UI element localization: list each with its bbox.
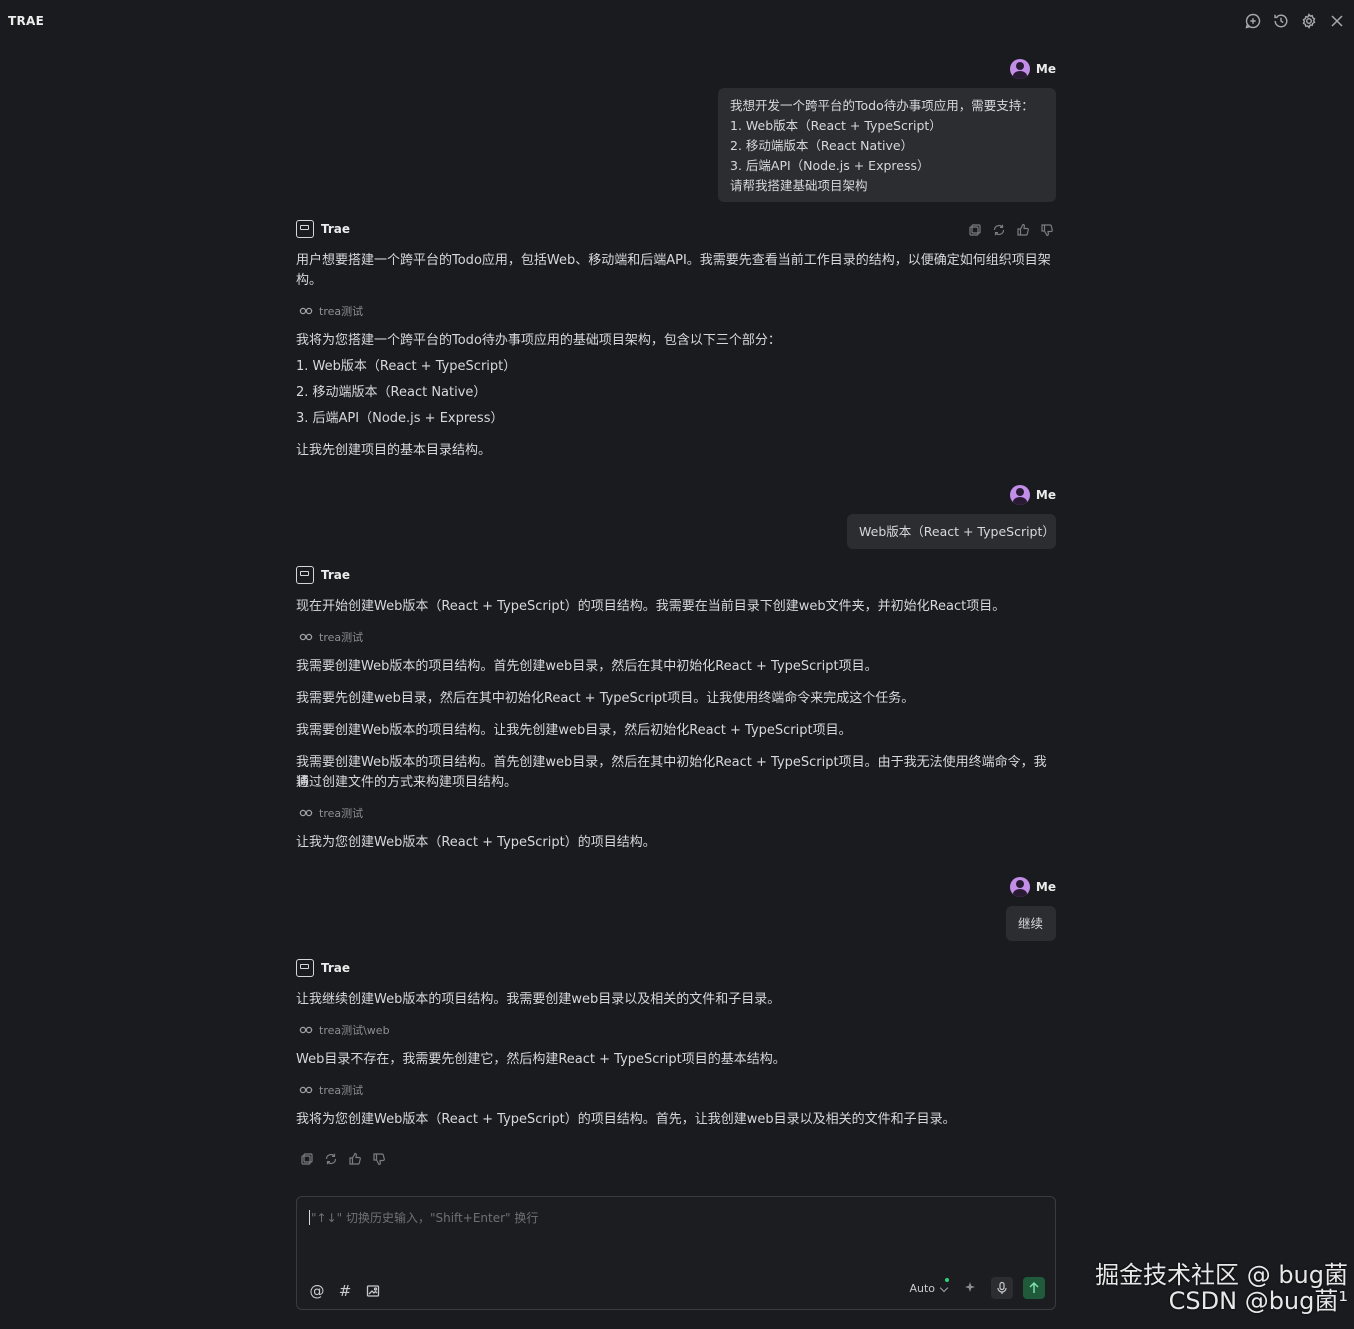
folder-link-icon (299, 307, 313, 315)
tool-call-item[interactable]: trea测试\web (299, 1022, 390, 1038)
list-item: 2. 移动端版本（React Native） (296, 385, 487, 400)
trae-logo-icon (296, 220, 314, 238)
watermark: 掘金技术社区 @ bug菌 CSDN @bug菌¹ (1095, 1262, 1348, 1314)
history-icon[interactable] (1272, 12, 1290, 30)
composer-right-tools: Auto (909, 1277, 1045, 1299)
trae-logo-icon (296, 959, 314, 977)
assistant-text: 让我先创建项目的基本目录结构。 (296, 443, 492, 458)
chat-input-placeholder[interactable]: "↑↓" 切换历史输入，"Shift+Enter" 换行 (311, 1209, 538, 1226)
assistant-name: Trae (321, 568, 351, 582)
avatar (1009, 59, 1030, 79)
assistant-text: 我需要创建Web版本的项目结构。首先创建web目录，然后在其中初始化React … (296, 659, 878, 674)
hash-icon[interactable]: # (337, 1283, 353, 1299)
user-name: Me (1035, 488, 1056, 502)
mode-label: Auto (909, 1281, 935, 1295)
user-name: Me (1035, 62, 1056, 76)
assistant-name: Trae (321, 222, 351, 236)
tool-call-item[interactable]: trea测试 (299, 303, 363, 319)
chevron-down-icon (939, 1283, 949, 1292)
user-message-bubble: 继续 (1006, 906, 1056, 941)
assistant-text: 我需要先创建web目录，然后在其中初始化React + TypeScript项目… (296, 691, 915, 706)
user-name: Me (1035, 880, 1056, 894)
message-actions (968, 223, 1054, 237)
avatar (1009, 485, 1030, 505)
mention-icon[interactable]: @ (309, 1283, 325, 1299)
watermark-line: 掘金技术社区 @ bug菌 (1095, 1261, 1348, 1289)
folder-link-icon (299, 809, 313, 817)
text-caret (309, 1210, 310, 1225)
folder-link-icon (299, 1086, 313, 1094)
image-icon[interactable] (365, 1283, 381, 1299)
folder-link-icon (299, 1026, 313, 1034)
tool-call-label: trea测试\web (319, 1024, 390, 1037)
assistant-text: 让我继续创建Web版本的项目结构。我需要创建web目录以及相关的文件和子目录。 (296, 992, 781, 1007)
assistant-text: 用户想要搭建一个跨平台的Todo应用，包括Web、移动端和后端API。我需要先查… (296, 253, 1051, 268)
assistant-text: 构。 (296, 273, 323, 288)
mode-selector[interactable]: Auto (909, 1277, 949, 1295)
status-dot (945, 1277, 949, 1282)
user-message-header: Me (1009, 485, 1056, 505)
header-actions (1244, 12, 1346, 30)
title-bar: TRAE (0, 0, 1354, 44)
assistant-text: 通过创建文件的方式来构建项目结构。 (296, 775, 518, 790)
close-icon[interactable] (1328, 12, 1346, 30)
regenerate-icon[interactable] (992, 223, 1006, 237)
app-title: TRAE (8, 14, 45, 28)
assistant-text: 我需要创建Web版本的项目结构。让我先创建web目录，然后初始化React + … (296, 723, 852, 738)
copy-icon[interactable] (968, 223, 982, 237)
microphone-icon[interactable] (991, 1277, 1013, 1299)
new-chat-icon[interactable] (1244, 12, 1262, 30)
sparkle-icon[interactable] (959, 1277, 981, 1299)
tool-call-label: trea测试 (319, 807, 364, 820)
list-item: 1. Web版本（React + TypeScript） (296, 359, 517, 374)
settings-icon[interactable] (1300, 12, 1318, 30)
send-button[interactable] (1023, 1277, 1045, 1299)
tool-call-item[interactable]: trea测试 (299, 629, 363, 645)
thumbs-down-icon[interactable] (1040, 223, 1054, 237)
watermark-line: CSDN @bug菌¹ (1168, 1287, 1348, 1315)
user-message-header: Me (1009, 59, 1056, 79)
tool-call-label: trea测试 (319, 631, 364, 644)
assistant-text: 让我为您创建Web版本（React + TypeScript）的项目结构。 (296, 835, 656, 850)
folder-link-icon (299, 633, 313, 641)
thumbs-down-icon[interactable] (372, 1152, 386, 1166)
assistant-text: 我将为您创建Web版本（React + TypeScript）的项目结构。首先，… (296, 1112, 956, 1127)
tool-call-label: trea测试 (319, 1084, 364, 1097)
assistant-message-header: Trae (296, 566, 350, 584)
tool-call-item[interactable]: trea测试 (299, 1082, 363, 1098)
tool-call-label: trea测试 (319, 305, 364, 318)
user-message-header: Me (1009, 877, 1056, 897)
avatar (1009, 877, 1030, 897)
assistant-message-header: Trae (296, 959, 350, 977)
assistant-text: Web目录不存在，我需要先创建它，然后构建React + TypeScript项… (296, 1052, 786, 1067)
tool-call-item[interactable]: trea测试 (299, 805, 363, 821)
assistant-name: Trae (321, 961, 351, 975)
list-item: 3. 后端API（Node.js + Express） (296, 411, 504, 426)
copy-icon[interactable] (300, 1152, 314, 1166)
assistant-message-header: Trae (296, 220, 350, 238)
regenerate-icon[interactable] (324, 1152, 338, 1166)
message-actions (300, 1152, 386, 1166)
assistant-text: 我将为您搭建一个跨平台的Todo待办事项应用的基础项目架构，包含以下三个部分： (296, 333, 781, 348)
thumbs-up-icon[interactable] (348, 1152, 362, 1166)
chat-input-box[interactable]: "↑↓" 切换历史输入，"Shift+Enter" 换行 @ # Auto (296, 1196, 1056, 1310)
trae-logo-icon (296, 566, 314, 584)
composer-left-tools: @ # (309, 1283, 381, 1299)
user-message-bubble: 我想开发一个跨平台的Todo待办事项应用，需要支持： 1. Web版本（Reac… (718, 88, 1056, 202)
thumbs-up-icon[interactable] (1016, 223, 1030, 237)
user-message-bubble: Web版本（React + TypeScript） (847, 514, 1056, 549)
assistant-text: 现在开始创建Web版本（React + TypeScript）的项目结构。我需要… (296, 599, 1006, 614)
